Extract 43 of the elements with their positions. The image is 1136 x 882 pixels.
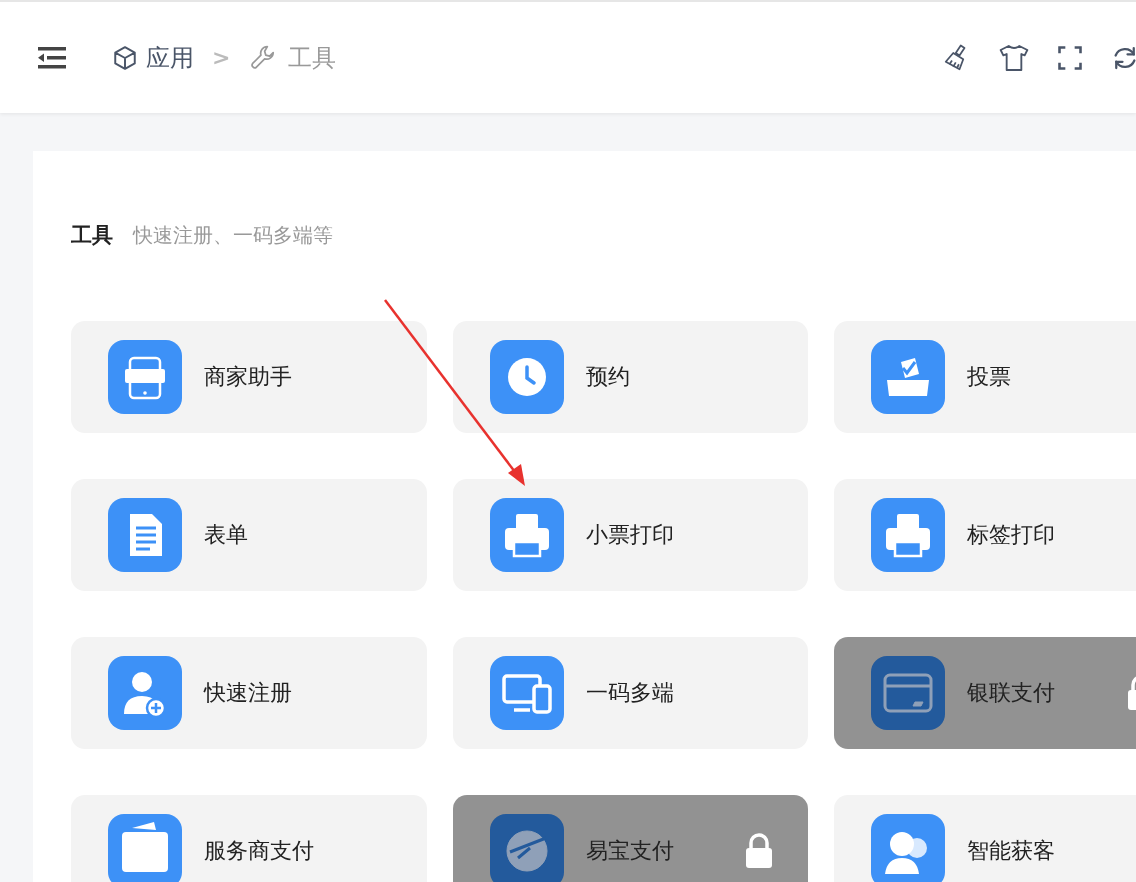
document-icon [108,498,182,572]
tool-card[interactable]: 易宝支付 [453,795,808,882]
users-icon [871,814,945,882]
tool-label: 服务商支付 [204,837,314,865]
tool-card[interactable]: 预约 [453,321,808,433]
breadcrumb-separator: > [212,45,231,70]
tool-card[interactable]: 标签打印 [834,479,1136,591]
tool-label: 一码多端 [586,679,674,707]
wallet-icon [108,814,182,882]
tool-label: 预约 [586,363,630,391]
tool-card[interactable]: 银联支付 [834,637,1136,749]
tool-card[interactable]: 智能获客 [834,795,1136,882]
ballot-box-icon [871,340,945,414]
breadcrumb-link[interactable]: 应用 [146,41,194,74]
app-icon [108,340,182,414]
tool-card[interactable]: 商家助手 [71,321,427,433]
printer-icon [490,498,564,572]
tool-card[interactable]: 投票 [834,321,1136,433]
printer-icon [871,498,945,572]
tool-label: 智能获客 [967,837,1055,865]
section-title: 工具 [71,222,113,249]
tool-label: 易宝支付 [586,837,674,865]
clock-icon [490,340,564,414]
tool-card[interactable]: 快速注册 [71,637,427,749]
tool-card[interactable]: 服务商支付 [71,795,427,882]
cube-icon [112,44,138,71]
tool-card[interactable]: 小票打印 [453,479,808,591]
add-user-icon [108,656,182,730]
tool-card[interactable]: 表单 [71,479,427,591]
credit-card-icon [871,656,945,730]
tool-label: 快速注册 [204,679,292,707]
section-subtitle: 快速注册、一码多端等 [133,222,333,249]
tool-label: 表单 [204,521,248,549]
tool-label: 银联支付 [967,679,1055,707]
tool-label: 小票打印 [586,521,674,549]
tool-label: 商家助手 [204,363,292,391]
lock-icon [744,833,774,869]
fullscreen-icon[interactable] [1056,43,1084,72]
menu-fold-icon[interactable] [38,46,66,69]
tool-label: 投票 [967,363,1011,391]
tool-card[interactable]: 一码多端 [453,637,808,749]
tool-label: 标签打印 [967,521,1055,549]
devices-icon [490,656,564,730]
